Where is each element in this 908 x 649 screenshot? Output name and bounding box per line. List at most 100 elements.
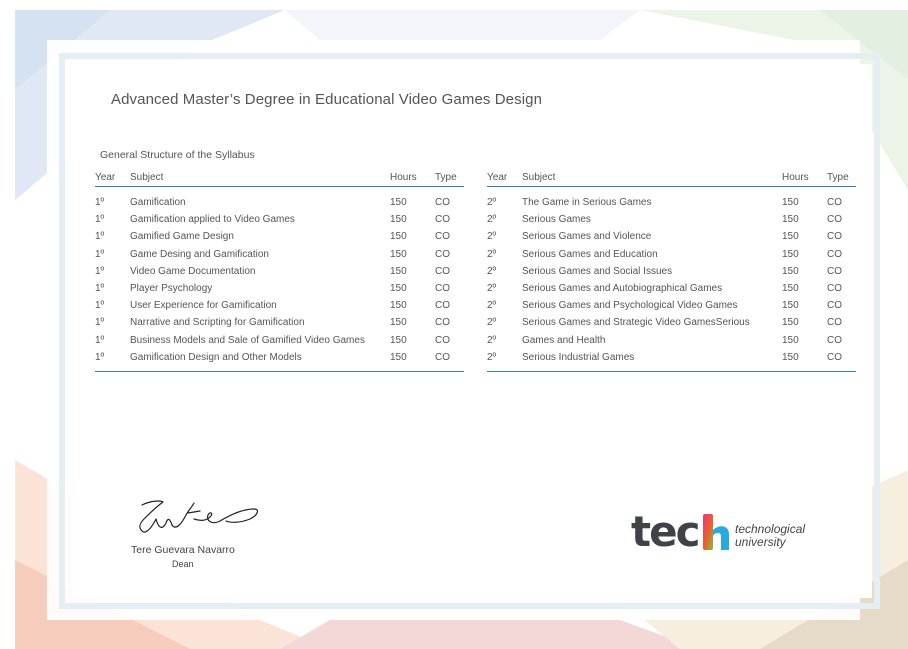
logo-line-2: university — [735, 535, 786, 549]
cell-hours: 150 — [782, 231, 799, 243]
cell-type: CO — [435, 265, 450, 277]
cell-subject: Business Models and Sale of Gamified Vid… — [130, 334, 365, 346]
cell-type: CO — [435, 300, 450, 312]
cell-year: 2º — [487, 265, 497, 277]
cell-type: CO — [827, 317, 842, 329]
cell-type: CO — [435, 231, 450, 243]
cell-year: 1º — [95, 317, 105, 329]
cell-hours: 150 — [390, 334, 407, 346]
table-row: 2º Serious Games and Education 150 CO — [487, 246, 856, 263]
column-subject: Subject — [522, 172, 556, 183]
cell-year: 2º — [487, 214, 497, 226]
cell-type: CO — [435, 282, 450, 294]
cell-year: 2º — [487, 334, 497, 346]
table-row: 1º Gamification Design and Other Models 15… — [95, 349, 464, 366]
cell-type: CO — [435, 197, 450, 208]
table-body: 1º Gamification 150 CO 1º Gamification applie… — [95, 187, 464, 372]
cell-hours: 150 — [390, 214, 407, 226]
table-row: 1º Video Game Documentation 150 CO — [95, 263, 464, 280]
column-subject: Subject — [130, 172, 164, 183]
table-row: 1º Game Desing and Gamification 150 CO — [95, 246, 464, 263]
cell-subject: Games and Health — [522, 334, 606, 346]
cell-hours: 150 — [782, 197, 799, 208]
cell-type: CO — [827, 300, 842, 312]
table-row: 2º The Game in Serious Games 150 CO — [487, 194, 856, 211]
cell-subject: Player Psychology — [130, 282, 213, 294]
table-row: 2º Serious Games 150 CO — [487, 211, 856, 228]
syllabus-subtitle: General Structure of the Syllabus — [100, 149, 255, 161]
cell-type: CO — [827, 214, 842, 226]
table-row: 1º Narrative and Scripting for Gamificati… — [95, 314, 464, 331]
cell-subject: Serious Games and Violence — [522, 231, 652, 243]
cell-type: CO — [827, 231, 842, 243]
cell-hours: 150 — [390, 300, 407, 312]
column-type: Type — [827, 172, 849, 183]
cell-subject: Gamification — [130, 197, 186, 208]
table-row: 2º Serious Games and Social Issues 150 CO — [487, 263, 856, 280]
cell-year: 2º — [487, 351, 497, 363]
cell-year: 1º — [95, 197, 105, 208]
table-body: 2º The Game in Serious Games 150 CO 2º Seriou… — [487, 187, 856, 372]
table-row: 2º Serious Games and Autobiographical Gam… — [487, 280, 856, 297]
logo-subtitle: technological university — [735, 523, 805, 549]
table-row: 2º Serious Games and Violence 150 CO — [487, 228, 856, 245]
cell-year: 2º — [487, 282, 497, 294]
table-row: 2º Serious Industrial Games 150 CO — [487, 349, 856, 366]
cell-hours: 150 — [782, 317, 799, 329]
cell-type: CO — [435, 248, 450, 260]
cell-year: 2º — [487, 197, 497, 208]
cell-subject: Serious Games and Autobiographical Games — [522, 282, 723, 294]
cell-year: 2º — [487, 300, 497, 312]
cell-subject: User Experience for Gamification — [130, 300, 277, 312]
syllabus-table-year-1: Year Subject Hours Type 1º Gamification 15… — [95, 169, 464, 372]
cell-hours: 150 — [390, 317, 407, 329]
cell-hours: 150 — [782, 214, 799, 226]
cell-type: CO — [827, 351, 842, 363]
table-row: 1º User Experience for Gamification 150 CO — [95, 297, 464, 314]
cell-hours: 150 — [782, 334, 799, 346]
cell-subject: Serious Industrial Games — [522, 351, 635, 363]
cell-subject: Serious Games — [522, 214, 591, 226]
cell-subject: Narrative and Scripting for Gamification — [130, 317, 305, 329]
cell-type: CO — [435, 317, 450, 329]
table-row: 1º Gamification 150 CO — [95, 194, 464, 211]
cell-subject: Gamification applied to Video Games — [130, 214, 295, 226]
cell-hours: 150 — [390, 248, 407, 260]
cell-subject: Game Desing and Gamification — [130, 248, 269, 260]
cell-hours: 150 — [390, 265, 407, 277]
signatory-name: Tere Guevara Navarro — [131, 544, 235, 556]
signatory-role: Dean — [172, 559, 194, 569]
cell-year: 1º — [95, 265, 105, 277]
column-hours: Hours — [390, 172, 417, 183]
cell-subject: The Game in Serious Games — [522, 197, 652, 208]
cell-hours: 150 — [390, 351, 407, 363]
cell-hours: 150 — [390, 197, 407, 208]
column-year: Year — [487, 172, 508, 183]
cell-hours: 150 — [782, 300, 799, 312]
column-hours: Hours — [782, 172, 809, 183]
cell-type: CO — [827, 197, 842, 208]
table-header: Year Subject Hours Type — [487, 169, 856, 187]
cell-type: CO — [435, 351, 450, 363]
logo-tec-letters: tec — [631, 512, 701, 552]
cell-year: 1º — [95, 300, 105, 312]
cell-year: 2º — [487, 317, 497, 329]
cell-year: 1º — [95, 248, 105, 260]
cell-hours: 150 — [390, 282, 407, 294]
cell-type: CO — [827, 282, 842, 294]
cell-subject: Serious Games and Social Issues — [522, 265, 673, 277]
cell-year: 1º — [95, 351, 105, 363]
cell-subject: Serious Games and Strategic Video GamesS… — [522, 317, 750, 329]
cell-subject: Video Game Documentation — [130, 265, 256, 277]
column-year: Year — [95, 172, 116, 183]
cell-type: CO — [827, 248, 842, 260]
cell-subject: Serious Games and Education — [522, 248, 658, 260]
table-row: 2º Serious Games and Strategic Video Game… — [487, 314, 856, 331]
cell-hours: 150 — [390, 231, 407, 243]
cell-subject: Gamified Game Design — [130, 231, 234, 243]
table-row: 2º Serious Games and Psychological Video … — [487, 297, 856, 314]
table-row: 1º Business Models and Sale of Gamified V… — [95, 332, 464, 349]
table-row: 1º Gamification applied to Video Games 150… — [95, 211, 464, 228]
cell-hours: 150 — [782, 351, 799, 363]
cell-type: CO — [827, 265, 842, 277]
